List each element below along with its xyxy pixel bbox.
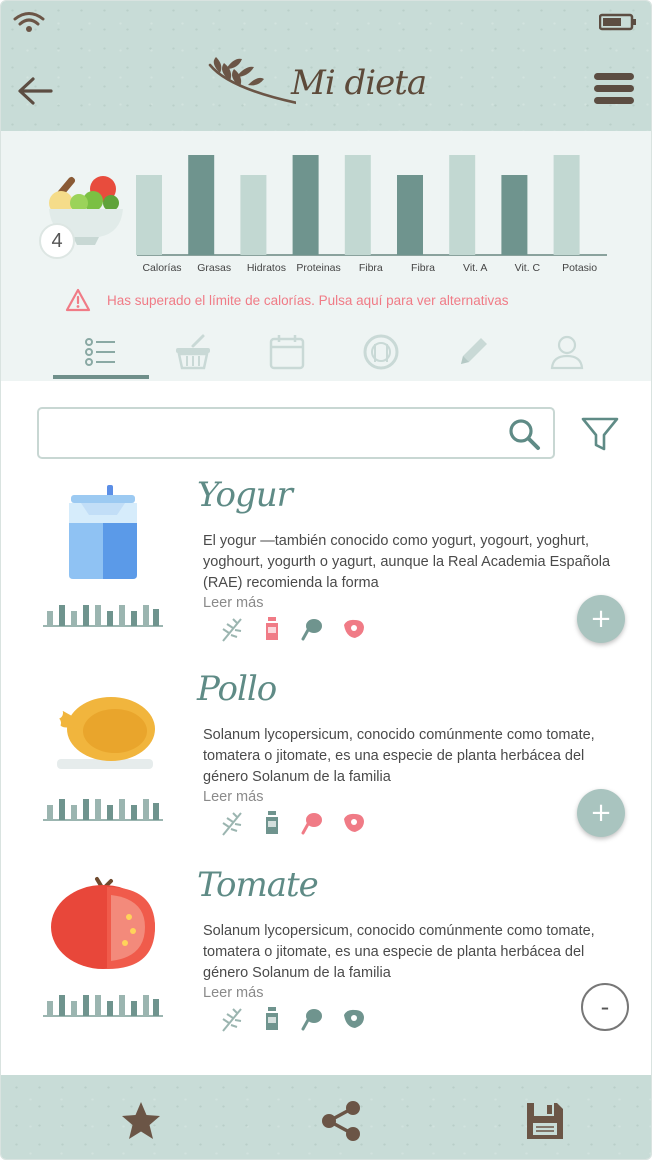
active-tab-indicator <box>53 375 149 379</box>
plate-icon <box>363 334 399 370</box>
app-frame: Mi dieta 4 Calorías Grasas Hidratos Protein… <box>0 0 652 1160</box>
yogurt-bottle-icon <box>69 485 137 579</box>
chart-bar-1 <box>188 155 215 255</box>
tab-profile[interactable] <box>519 323 615 381</box>
hamburger-menu-icon[interactable] <box>593 71 635 107</box>
nutrition-mini-bars <box>43 995 163 1017</box>
tab-edit[interactable] <box>425 323 521 381</box>
chart-category-label: Hidratos <box>247 262 286 274</box>
share-icon[interactable] <box>319 1099 363 1143</box>
tab-basket[interactable] <box>145 323 241 381</box>
chart-bar-5 <box>397 175 423 255</box>
chart-category-label: Proteinas <box>296 262 340 274</box>
chicken-leg-icon <box>301 813 322 835</box>
food-title: Pollo <box>197 669 277 709</box>
read-more-link[interactable]: Leer más <box>203 595 263 611</box>
tomato-icon <box>51 877 155 969</box>
search-icon[interactable] <box>507 417 543 451</box>
food-tags <box>219 1005 375 1033</box>
chart-category-label: Grasas <box>197 262 231 274</box>
arrow-left-icon[interactable] <box>15 75 55 107</box>
food-title: Tomate <box>197 865 319 905</box>
wheat-icon <box>222 812 242 836</box>
nutrition-bar-chart: Calorías Grasas Hidratos Proteinas Fibra Fibr… <box>136 155 607 274</box>
wifi-icon <box>13 12 45 32</box>
user-icon <box>550 335 584 370</box>
food-description: El yogur —también conocido como yogurt, … <box>203 533 611 591</box>
app-title: Mi dieta <box>291 63 427 103</box>
item-count-badge: 4 <box>39 223 75 259</box>
milk-bottle-icon <box>266 617 278 640</box>
food-item-yogur: Yogur El yogur —también conocido como yo… <box>1 475 651 665</box>
food-tags <box>219 615 375 643</box>
nutrition-mini-bars <box>43 799 163 821</box>
steak-icon <box>344 1009 364 1028</box>
search-box <box>37 407 555 459</box>
chicken-leg-icon <box>301 1009 322 1031</box>
wheat-icon <box>222 618 242 642</box>
food-description: Solanum lycopersicum, conocido comúnment… <box>203 923 595 981</box>
add-button[interactable]: + <box>577 595 625 643</box>
chart-bar-8 <box>553 155 580 255</box>
tab-plate[interactable] <box>333 323 429 381</box>
milk-bottle-icon <box>266 811 278 834</box>
chart-category-label: Fibra <box>359 262 383 274</box>
food-description: Solanum lycopersicum, conocido comúnment… <box>203 727 595 785</box>
steak-icon <box>344 619 364 638</box>
calendar-icon <box>269 335 305 370</box>
tab-calendar[interactable] <box>239 323 335 381</box>
warning-icon <box>65 288 91 312</box>
chart-category-label: Fibra <box>411 262 435 274</box>
filter-icon[interactable] <box>579 413 621 455</box>
chart-bar-0 <box>136 175 162 255</box>
chart-category-label: Vit. C <box>515 262 541 274</box>
steak-icon <box>344 813 364 832</box>
list-icon <box>85 338 115 366</box>
pencil-icon <box>461 338 487 364</box>
chart-bar-6 <box>449 155 476 255</box>
basket-icon <box>176 334 210 370</box>
chart-bar-7 <box>501 175 528 255</box>
nutrition-mini-bars <box>43 605 163 627</box>
calorie-warning-text: Has superado el límite de calorías. Puls… <box>107 292 509 308</box>
brand-logo: Mi dieta <box>206 53 427 119</box>
star-icon[interactable] <box>119 1099 163 1143</box>
battery-icon <box>599 13 636 31</box>
read-more-link[interactable]: Leer más <box>203 985 263 1001</box>
food-item-tomate: Tomate Solanum lycopersicum, conocido co… <box>1 865 651 1055</box>
chart-category-label: Vit. A <box>463 262 487 274</box>
chart-bar-3 <box>292 155 319 255</box>
wheat-logo-icon <box>208 57 296 105</box>
chicken-leg-icon <box>301 619 322 641</box>
food-item-pollo: Pollo Solanum lycopersicum, conocido com… <box>1 669 651 859</box>
wheat-icon <box>222 1008 242 1032</box>
chart-bar-4 <box>344 155 371 255</box>
food-title: Yogur <box>197 475 293 515</box>
tab-list[interactable] <box>53 323 149 381</box>
search-input[interactable] <box>39 409 499 457</box>
add-button[interactable]: + <box>577 789 625 837</box>
tab-bar <box>39 323 619 381</box>
chart-category-label: Potasio <box>562 262 597 274</box>
calorie-warning[interactable]: Has superado el límite de calorías. Puls… <box>65 287 625 313</box>
chart-bar-2 <box>240 175 267 255</box>
roast-chicken-icon <box>49 697 155 769</box>
remove-button[interactable]: - <box>581 983 629 1031</box>
header: Mi dieta <box>1 1 651 131</box>
read-more-link[interactable]: Leer más <box>203 789 263 805</box>
chart-category-label: Calorías <box>142 262 181 274</box>
save-icon[interactable] <box>523 1099 567 1143</box>
milk-bottle-icon <box>266 1007 278 1030</box>
food-tags <box>219 809 375 837</box>
footer-bar <box>1 1075 651 1159</box>
